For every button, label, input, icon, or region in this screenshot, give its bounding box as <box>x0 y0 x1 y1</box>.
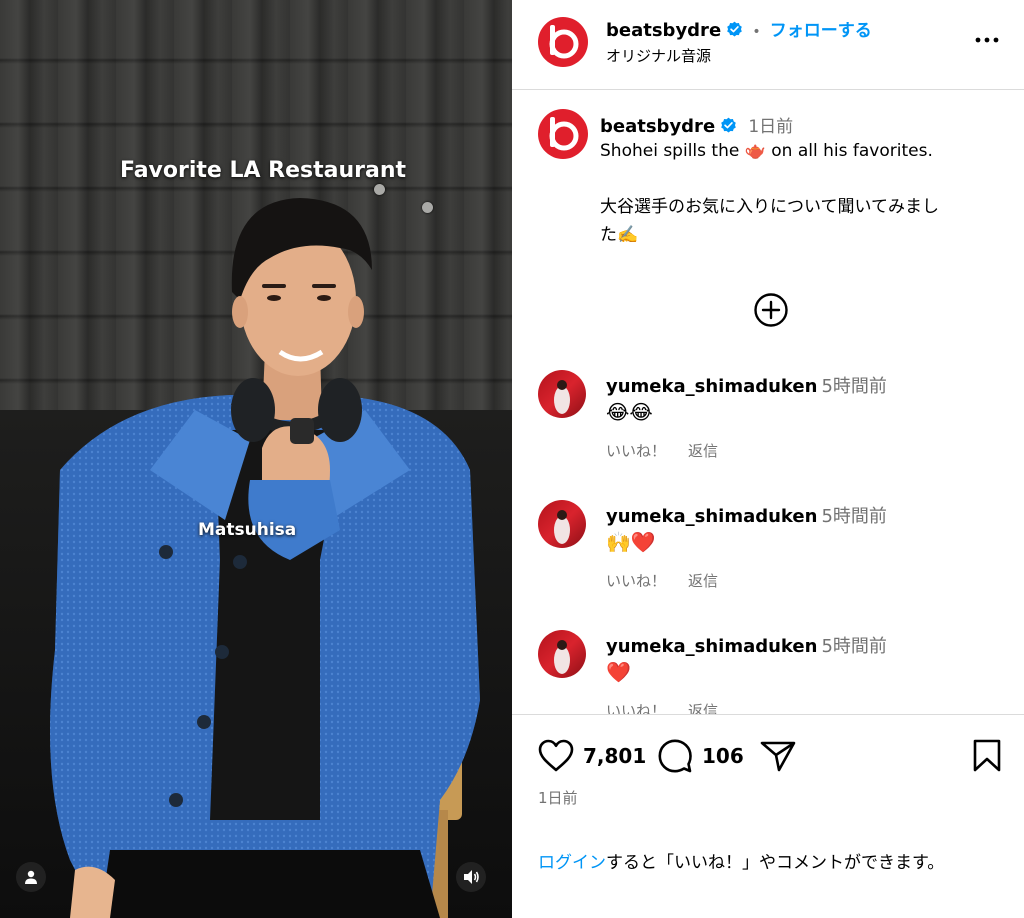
person-figure <box>50 198 480 918</box>
comment-like-button[interactable]: いいね！ <box>606 442 666 460</box>
send-icon[interactable] <box>760 740 796 772</box>
plus-circle-icon[interactable] <box>753 292 789 328</box>
header-separator: • <box>752 24 761 40</box>
caption-line-2: 大谷選手のお気に入りについて聞いてみまし <box>600 197 939 217</box>
bookmark-icon[interactable] <box>972 739 1002 773</box>
like-count[interactable]: 7,801 <box>583 744 646 768</box>
heart-icon[interactable] <box>538 739 574 773</box>
comment-text: 😂😂 <box>606 400 653 424</box>
caption-username[interactable]: beatsbydre <box>600 116 715 137</box>
post-panel: beatsbydre • フォローする オリジナル音源 beatsbydre 1… <box>512 0 1024 918</box>
post-caption: Shohei spills the 🫖 on all his favorites… <box>600 137 1010 249</box>
caption-time[interactable]: 1日前 <box>748 117 793 137</box>
comment-count[interactable]: 106 <box>702 744 744 768</box>
beats-avatar[interactable] <box>538 17 588 67</box>
commenter-avatar[interactable] <box>538 500 586 548</box>
comment-like-button[interactable]: いいね！ <box>606 702 666 714</box>
avatar-photo <box>554 510 570 544</box>
commenter-avatar[interactable] <box>538 630 586 678</box>
audio-label[interactable]: オリジナル音源 <box>606 45 711 66</box>
profile-button[interactable] <box>16 862 46 892</box>
comment-username[interactable]: yumeka_shimaduken <box>606 636 817 657</box>
header-username[interactable]: beatsbydre <box>606 20 721 41</box>
comment-username[interactable]: yumeka_shimaduken <box>606 376 817 397</box>
login-prompt-text: すると「いいね！」やコメントができます。 <box>606 853 945 873</box>
more-horizontal-icon[interactable] <box>974 30 1000 50</box>
video-overlay-subtitle: Matsuhisa <box>198 520 297 540</box>
video-player[interactable]: Favorite LA Restaurant Matsuhisa <box>0 0 512 918</box>
comment-item: yumeka_shimaduken 5時間前 ❤️ いいね！ 返信 <box>538 630 1018 714</box>
sound-button[interactable] <box>456 862 486 892</box>
beats-logo-icon <box>549 117 579 151</box>
caption-line-1: Shohei spills the 🫖 on all his favorites… <box>600 141 933 161</box>
beats-logo-icon <box>549 25 579 59</box>
post-date[interactable]: 1日前 <box>538 787 578 808</box>
comments-section[interactable]: beatsbydre 1日前 Shohei spills the 🫖 on al… <box>512 92 1024 714</box>
comment-item: yumeka_shimaduken 5時間前 🙌❤️ いいね！ 返信 <box>538 500 1018 620</box>
video-overlay-title: Favorite LA Restaurant <box>119 158 407 183</box>
comment-reply-button[interactable]: 返信 <box>688 442 718 460</box>
comment-time[interactable]: 5時間前 <box>821 376 886 397</box>
comment-like-button[interactable]: いいね！ <box>606 572 666 590</box>
comment-icon[interactable] <box>658 739 692 773</box>
login-link[interactable]: ログイン <box>538 853 606 873</box>
comment-text: ❤️ <box>606 660 631 684</box>
user-icon <box>25 870 37 884</box>
avatar-photo <box>554 640 570 674</box>
comment-username[interactable]: yumeka_shimaduken <box>606 506 817 527</box>
comment-item: yumeka_shimaduken 5時間前 😂😂 いいね！ 返信 <box>538 370 1018 490</box>
comment-time[interactable]: 5時間前 <box>821 636 886 657</box>
comment-reply-button[interactable]: 返信 <box>688 702 718 714</box>
commenter-avatar[interactable] <box>538 370 586 418</box>
avatar-photo <box>554 380 570 414</box>
caption-avatar[interactable] <box>538 109 588 159</box>
comment-text: 🙌❤️ <box>606 530 656 554</box>
follow-button[interactable]: フォローする <box>770 21 872 41</box>
comment-time[interactable]: 5時間前 <box>821 506 886 527</box>
post-header: beatsbydre • フォローする オリジナル音源 <box>512 0 1024 90</box>
caption-line-3: た✍️ <box>600 225 639 245</box>
comment-reply-button[interactable]: 返信 <box>688 572 718 590</box>
login-prompt: ログインすると「いいね！」やコメントができます。 <box>538 849 998 877</box>
volume-icon <box>464 870 479 884</box>
verified-badge-icon <box>727 21 743 37</box>
post-actions: 7,801 106 1日前 ログインすると「いいね！」やコメントができます。 <box>512 714 1024 918</box>
verified-badge-icon <box>721 117 737 133</box>
